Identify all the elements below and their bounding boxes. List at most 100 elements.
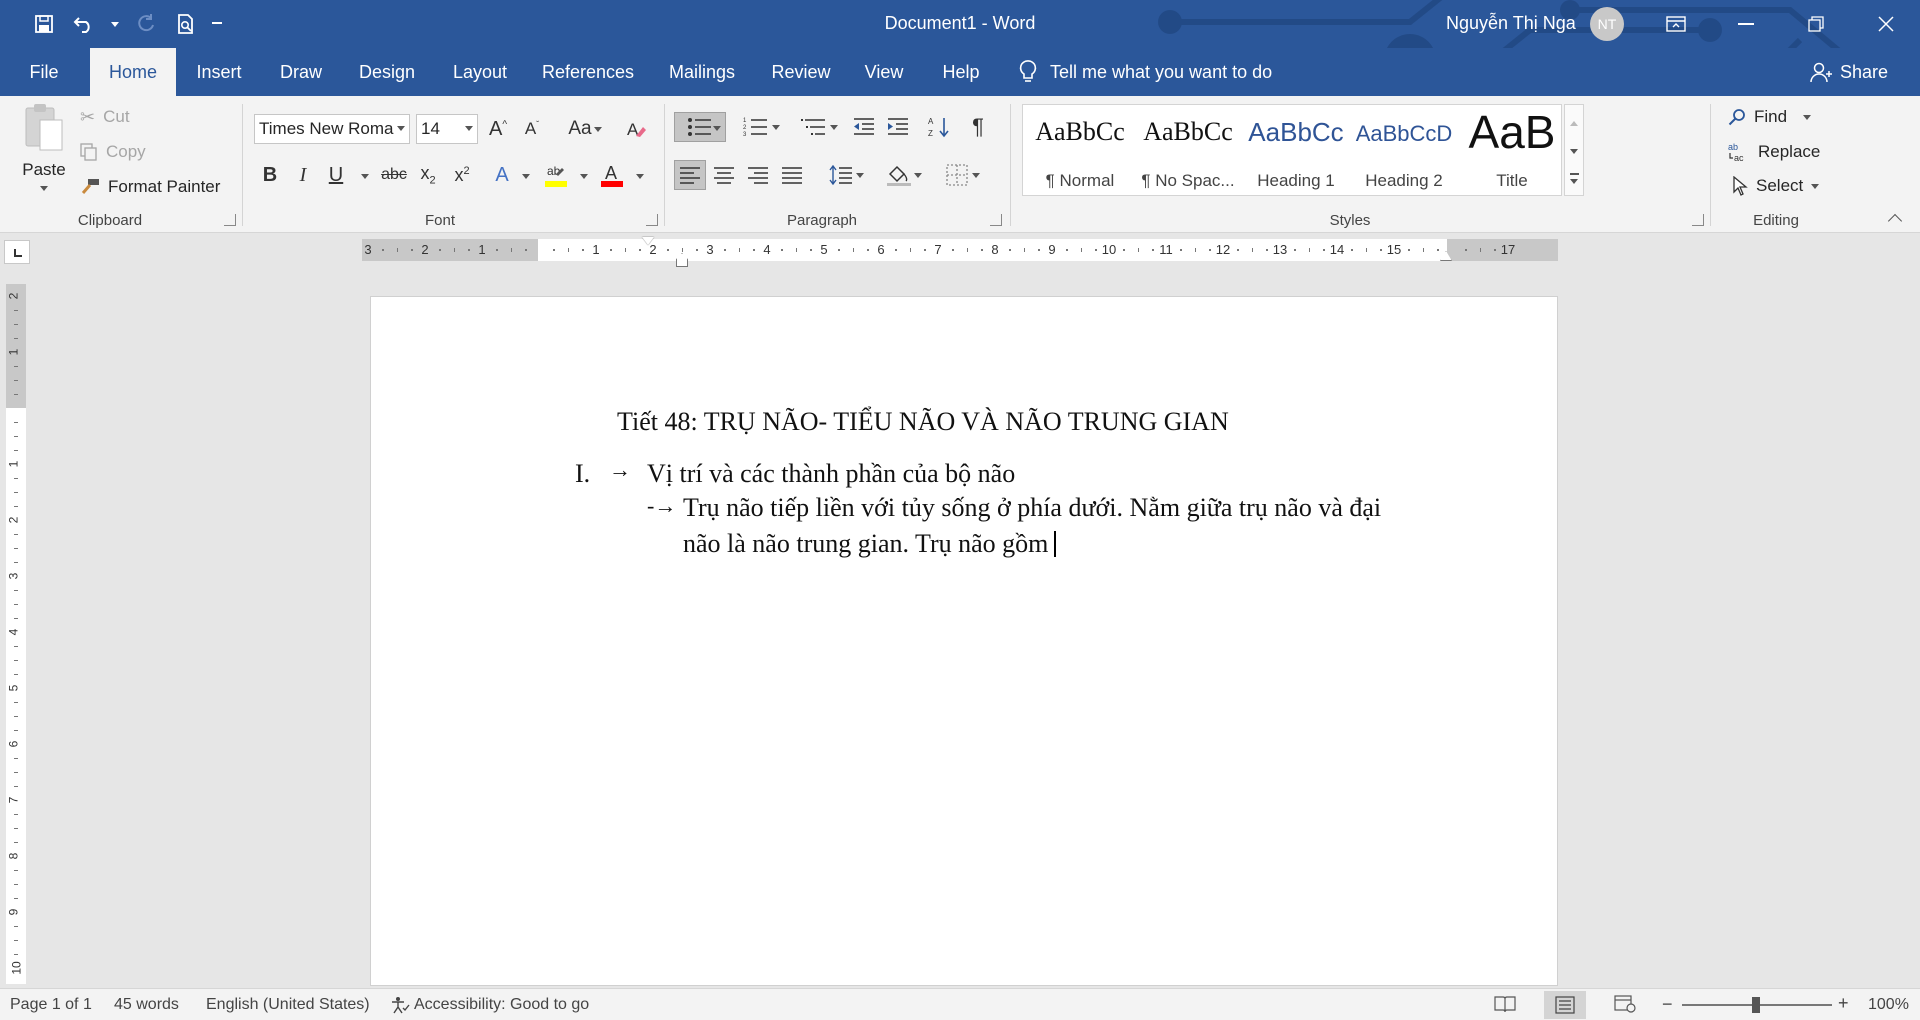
- align-center-button[interactable]: [708, 160, 740, 190]
- italic-button[interactable]: I: [287, 160, 319, 190]
- tab-review[interactable]: Review: [764, 48, 838, 96]
- styles-gallery-scroll[interactable]: [1564, 104, 1584, 196]
- font-color-dropdown-icon[interactable]: [636, 174, 644, 179]
- strikethrough-button[interactable]: abc: [378, 160, 410, 190]
- style-no-spacing[interactable]: AaBbCc ¶ No Spac...: [1135, 105, 1241, 195]
- horizontal-ruler[interactable]: 3 2 1 1 2 3 4 5 6 7 8 9 10 11 12 13 14 15 17: [362, 239, 1558, 261]
- tab-view[interactable]: View: [854, 48, 914, 96]
- document-page[interactable]: Tiết 48: TRỤ NÃO- TIỂU NÃO VÀ NÃO TRUNG …: [370, 296, 1558, 986]
- zoom-level[interactable]: 100%: [1868, 996, 1909, 1014]
- paragraph-line-2[interactable]: não là não trung gian. Trụ não gồm: [683, 529, 1057, 559]
- clear-formatting-icon: A: [627, 120, 646, 139]
- restore-button[interactable]: [1782, 0, 1850, 48]
- show-formatting-marks-button[interactable]: ¶: [962, 112, 994, 142]
- decrease-indent-button[interactable]: [848, 112, 880, 142]
- share-button[interactable]: Share: [1810, 48, 1888, 96]
- style-heading-1[interactable]: AaBbCc Heading 1: [1243, 105, 1349, 195]
- find-button[interactable]: Find: [1728, 104, 1812, 130]
- language-indicator[interactable]: English (United States): [206, 996, 370, 1014]
- clipboard-dialog-launcher[interactable]: [224, 214, 236, 226]
- font-dialog-launcher[interactable]: [646, 214, 658, 226]
- select-button[interactable]: Select: [1732, 173, 1820, 199]
- shrink-font-button[interactable]: Aˇ: [516, 114, 548, 144]
- print-preview-button[interactable]: [166, 8, 206, 40]
- multilevel-list-button[interactable]: [790, 112, 838, 142]
- styles-dialog-launcher[interactable]: [1692, 214, 1704, 226]
- cut-button[interactable]: ✂ Cut: [80, 104, 130, 130]
- tab-help[interactable]: Help: [930, 48, 992, 96]
- sort-button[interactable]: AZ: [924, 112, 956, 142]
- style-title[interactable]: AaB Title: [1459, 105, 1565, 195]
- avatar[interactable]: NT: [1590, 7, 1624, 41]
- vertical-ruler[interactable]: 2 1 1 2 3 4 5 6 7 8 9 10: [6, 284, 26, 984]
- underline-button[interactable]: U: [320, 160, 352, 190]
- list-marker[interactable]: I.: [575, 459, 590, 489]
- web-layout-button[interactable]: [1614, 995, 1636, 1018]
- save-button[interactable]: [24, 8, 64, 40]
- tell-me-search[interactable]: Tell me what you want to do: [1018, 48, 1272, 96]
- tab-references[interactable]: References: [536, 48, 640, 96]
- align-left-button[interactable]: [674, 160, 706, 190]
- copy-button[interactable]: Copy: [80, 139, 146, 165]
- increase-indent-button[interactable]: [882, 112, 914, 142]
- justify-button[interactable]: [776, 160, 808, 190]
- tab-home[interactable]: Home: [90, 48, 176, 96]
- replace-button[interactable]: ab ac Replace: [1728, 139, 1820, 165]
- tab-mailings[interactable]: Mailings: [656, 48, 748, 96]
- tab-insert[interactable]: Insert: [186, 48, 252, 96]
- align-right-button[interactable]: [742, 160, 774, 190]
- ribbon-display-options-button[interactable]: [1642, 0, 1710, 48]
- section-heading[interactable]: Vị trí và các thành phần của bộ não: [647, 459, 1015, 489]
- clear-formatting-button[interactable]: A: [620, 114, 652, 144]
- paste-button[interactable]: Paste: [14, 102, 74, 202]
- print-layout-button[interactable]: [1544, 991, 1586, 1019]
- close-button[interactable]: [1852, 0, 1920, 48]
- first-line-indent-marker[interactable]: [642, 237, 654, 245]
- tab-selector[interactable]: [4, 240, 30, 264]
- change-case-button[interactable]: Aa: [558, 114, 602, 144]
- line-spacing-button[interactable]: [818, 160, 864, 190]
- numbering-button[interactable]: 123: [732, 112, 780, 142]
- bold-button[interactable]: B: [254, 160, 286, 190]
- tab-layout[interactable]: Layout: [440, 48, 520, 96]
- style-heading-2[interactable]: AaBbCcD Heading 2: [1351, 105, 1457, 195]
- ruler-dot: [553, 249, 556, 251]
- document-title[interactable]: Tiết 48: TRỤ NÃO- TIỂU NÃO VÀ NÃO TRUNG …: [617, 407, 1229, 437]
- underline-dropdown-icon[interactable]: [361, 174, 369, 179]
- superscript-button[interactable]: x2: [446, 160, 478, 190]
- redo-button[interactable]: [126, 8, 166, 40]
- accessibility-checker[interactable]: Accessibility: Good to go: [390, 996, 589, 1014]
- highlight-button[interactable]: ab: [540, 160, 572, 190]
- paragraph-line-1[interactable]: Trụ não tiếp liền với tủy sống ở phía dư…: [683, 493, 1381, 523]
- customize-qat-button[interactable]: [206, 8, 228, 40]
- font-color-button[interactable]: A: [596, 160, 628, 190]
- word-count[interactable]: 45 words: [114, 996, 179, 1014]
- minimize-button[interactable]: [1712, 0, 1780, 48]
- font-size-combo[interactable]: 14: [416, 114, 478, 144]
- zoom-slider-thumb[interactable]: [1752, 997, 1760, 1013]
- paragraph-dialog-launcher[interactable]: [990, 214, 1002, 226]
- format-painter-button[interactable]: Format Painter: [80, 174, 220, 200]
- page-count[interactable]: Page 1 of 1: [10, 996, 92, 1014]
- bullets-button[interactable]: [674, 112, 726, 142]
- borders-button[interactable]: [934, 160, 980, 190]
- tab-draw[interactable]: Draw: [268, 48, 334, 96]
- highlight-dropdown-icon[interactable]: [580, 174, 588, 179]
- font-name-combo[interactable]: Times New Roma: [254, 114, 410, 144]
- subscript-button[interactable]: x2: [412, 160, 444, 190]
- style-normal[interactable]: AaBbCc ¶ Normal: [1027, 105, 1133, 195]
- shading-button[interactable]: [876, 160, 922, 190]
- italic-icon: I: [299, 163, 307, 186]
- user-name[interactable]: Nguyễn Thị Nga: [1446, 13, 1576, 34]
- text-effects-dropdown-icon[interactable]: [522, 174, 530, 179]
- undo-dropdown[interactable]: [104, 8, 126, 40]
- zoom-out-button[interactable]: −: [1662, 995, 1673, 1013]
- tab-file[interactable]: File: [16, 48, 72, 96]
- tab-design[interactable]: Design: [350, 48, 424, 96]
- undo-button[interactable]: [64, 8, 104, 40]
- grow-font-button[interactable]: A^: [482, 114, 514, 144]
- zoom-in-button[interactable]: +: [1838, 994, 1849, 1012]
- collapse-ribbon-icon[interactable]: [1887, 213, 1903, 229]
- read-mode-button[interactable]: [1494, 995, 1516, 1018]
- text-effects-button[interactable]: A: [486, 160, 518, 190]
